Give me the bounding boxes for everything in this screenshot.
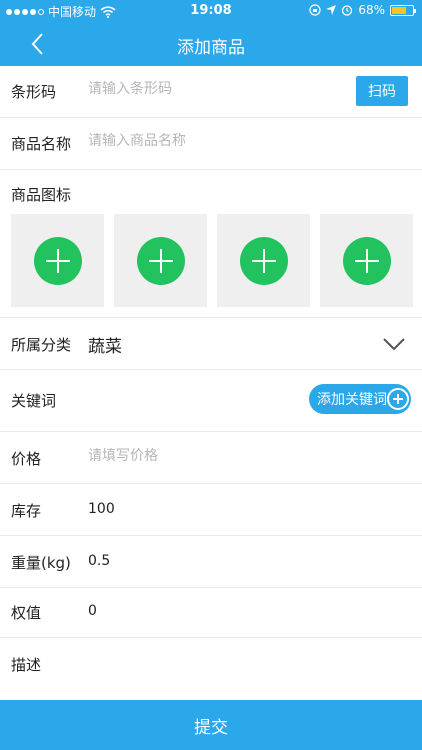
battery-fill — [392, 6, 406, 14]
name-input[interactable] — [88, 133, 388, 149]
image-slot-4[interactable] — [320, 214, 413, 307]
keywords-label: 关键词 — [11, 392, 57, 410]
price-input[interactable] — [88, 448, 388, 464]
price-row: 价格 — [0, 432, 422, 484]
add-circle-icon — [239, 236, 288, 285]
top-bar: 中国移动 19:08 68% 添加商品 — [0, 0, 422, 66]
stock-label: 库存 — [11, 502, 42, 520]
category-label: 所属分类 — [11, 336, 72, 354]
barcode-row: 条形码 扫码 — [0, 66, 422, 118]
name-label: 商品名称 — [11, 135, 72, 153]
add-keyword-button[interactable]: 添加关键词 — [309, 384, 411, 414]
add-circle-icon — [342, 236, 391, 285]
weight-label: 重量(kg) — [11, 554, 71, 572]
alarm-icon — [342, 5, 353, 16]
battery-percent: 68% — [358, 3, 385, 17]
category-value: 蔬菜 — [88, 337, 122, 357]
stock-row: 库存 100 — [0, 484, 422, 536]
rank-value[interactable]: 0 — [88, 603, 97, 619]
barcode-input[interactable] — [88, 81, 338, 97]
add-keyword-label: 添加关键词 — [317, 392, 387, 408]
chevron-down-icon[interactable] — [382, 337, 406, 351]
page-title: 添加商品 — [177, 38, 245, 58]
battery-icon — [390, 4, 416, 16]
image-slots — [11, 214, 422, 307]
image-slot-2[interactable] — [114, 214, 207, 307]
location-arrow-icon — [326, 5, 337, 15]
rank-label: 权值 — [11, 604, 42, 622]
price-label: 价格 — [11, 450, 42, 468]
description-row[interactable]: 描述 — [0, 638, 422, 700]
status-bar: 中国移动 19:08 68% — [0, 0, 422, 22]
keywords-row: 关键词 添加关键词 — [0, 370, 422, 432]
nav-bar: 添加商品 — [0, 22, 422, 66]
status-right: 68% — [309, 3, 416, 17]
images-label: 商品图标 — [11, 186, 72, 204]
name-row: 商品名称 — [0, 118, 422, 170]
image-slot-3[interactable] — [217, 214, 310, 307]
weight-row: 重量(kg) 0.5 — [0, 536, 422, 588]
weight-value[interactable]: 0.5 — [88, 553, 110, 569]
description-label: 描述 — [11, 656, 42, 674]
stock-value[interactable]: 100 — [88, 501, 115, 517]
add-circle-icon — [136, 236, 185, 285]
submit-button[interactable]: 提交 — [0, 700, 422, 750]
category-row[interactable]: 所属分类 蔬菜 — [0, 318, 422, 370]
plus-circle-icon — [387, 388, 409, 410]
rank-row: 权值 0 — [0, 588, 422, 638]
image-slot-1[interactable] — [11, 214, 104, 307]
barcode-label: 条形码 — [11, 83, 57, 101]
lock-rotation-icon — [309, 4, 321, 16]
add-circle-icon — [33, 236, 82, 285]
scan-button[interactable]: 扫码 — [356, 76, 408, 106]
